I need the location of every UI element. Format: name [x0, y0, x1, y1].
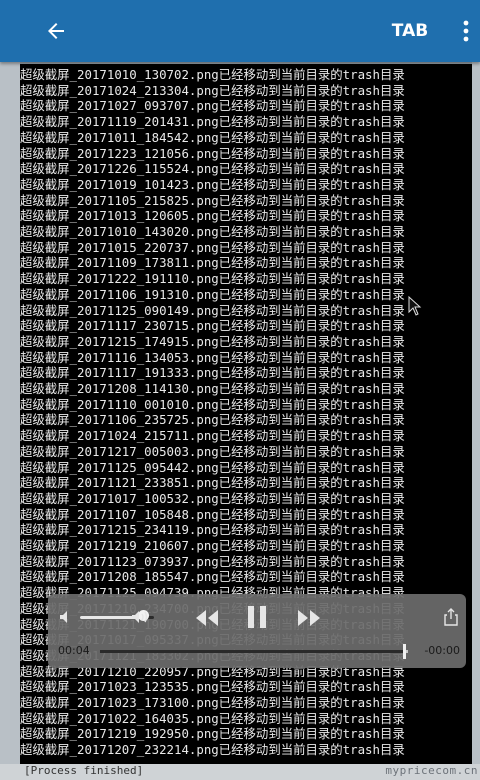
terminal-line: 超级截屏_20171215_234119.png已经移动到当前目录的trash目…	[20, 522, 405, 538]
terminal-line: 超级截屏_20171027_093707.png已经移动到当前目录的trash目…	[20, 98, 405, 114]
terminal-prompt: [Process finished]	[24, 764, 144, 777]
terminal-line: 超级截屏_20171109_173811.png已经移动到当前目录的trash目…	[20, 255, 405, 271]
terminal-line: 超级截屏_20171011_184542.png已经移动到当前目录的trash目…	[20, 129, 405, 145]
terminal-line: 超级截屏_20171105_215825.png已经移动到当前目录的trash目…	[20, 192, 405, 208]
pause-icon[interactable]	[246, 604, 268, 630]
left-margin	[0, 62, 20, 780]
terminal-line: 超级截屏_20171117_191333.png已经移动到当前目录的trash目…	[20, 365, 405, 381]
watermark: mypricecom.cn	[385, 764, 478, 777]
terminal-line: 超级截屏_20171226_115524.png已经移动到当前目录的trash目…	[20, 161, 405, 177]
share-icon[interactable]	[444, 608, 458, 626]
terminal-line: 超级截屏_20171215_174915.png已经移动到当前目录的trash目…	[20, 333, 405, 349]
progress-fill	[100, 650, 405, 653]
terminal-line: 超级截屏_20171208_185547.png已经移动到当前目录的trash目…	[20, 569, 405, 585]
terminal-line: 超级截屏_20171125_090149.png已经移动到当前目录的trash目…	[20, 302, 405, 318]
terminal-line: 超级截屏_20171015_220737.png已经移动到当前目录的trash目…	[20, 239, 405, 255]
terminal-line: 超级截屏_20171208_114130.png已经移动到当前目录的trash目…	[20, 381, 405, 396]
terminal-line: 超级截屏_20171106_191310.png已经移动到当前目录的trash目…	[20, 286, 405, 302]
terminal-line: 超级截屏_20171123_073937.png已经移动到当前目录的trash目…	[20, 553, 405, 569]
terminal-line: 超级截屏_20171110_001010.png已经移动到当前目录的trash目…	[20, 396, 405, 412]
terminal-line: 超级截屏_20171219_210607.png已经移动到当前目录的trash目…	[20, 538, 405, 553]
terminal-line: 超级截屏_20171125_095442.png已经移动到当前目录的trash目…	[20, 459, 405, 475]
terminal-line: 超级截屏_20171219_192950.png已经移动到当前目录的trash目…	[20, 726, 405, 742]
terminal-line: 超级截屏_20171017_100532.png已经移动到当前目录的trash目…	[20, 490, 405, 506]
terminal-line: 超级截屏_20171019_101423.png已经移动到当前目录的trash目…	[20, 176, 405, 192]
volume-high-icon[interactable]	[130, 608, 152, 626]
progress-scrubber[interactable]	[402, 644, 406, 659]
terminal-line: 超级截屏_20171013_120605.png已经移动到当前目录的trash目…	[20, 208, 405, 224]
terminal-line: 超级截屏_20171010_143020.png已经移动到当前目录的trash目…	[20, 224, 405, 239]
terminal-line: 超级截屏_20171024_213304.png已经移动到当前目录的trash目…	[20, 82, 405, 98]
back-button[interactable]	[36, 11, 76, 51]
media-player-controls: 00:04 -00:00	[48, 594, 466, 668]
terminal-line: 超级截屏_20171121_233851.png已经移动到当前目录的trash目…	[20, 475, 405, 491]
fast-forward-icon[interactable]	[296, 608, 322, 628]
terminal-line: 超级截屏_20171217_005003.png已经移动到当前目录的trash目…	[20, 443, 405, 459]
elapsed-time: 00:04	[58, 644, 90, 657]
terminal-line: 超级截屏_20171107_105848.png已经移动到当前目录的trash目…	[20, 506, 405, 522]
back-arrow-icon	[48, 23, 64, 39]
overflow-menu-button[interactable]	[452, 12, 480, 50]
terminal-line: 超级截屏_20171222_191110.png已经移动到当前目录的trash目…	[20, 271, 405, 287]
terminal-line: 超级截屏_20171207_232214.png已经移动到当前目录的trash目…	[20, 742, 405, 758]
terminal-line: 超级截屏_20171106_235725.png已经移动到当前目录的trash目…	[20, 412, 405, 428]
terminal-line: 超级截屏_20171116_134053.png已经移动到当前目录的trash目…	[20, 349, 405, 365]
terminal-line: 超级截屏_20171117_230715.png已经移动到当前目录的trash目…	[20, 318, 405, 334]
terminal-line: 超级截屏_20171223_121056.png已经移动到当前目录的trash目…	[20, 145, 405, 161]
right-margin	[472, 62, 480, 780]
volume-low-icon[interactable]	[58, 608, 76, 626]
terminal-line: 超级截屏_20171023_173100.png已经移动到当前目录的trash目…	[20, 695, 405, 710]
rewind-icon[interactable]	[194, 608, 220, 628]
terminal-line: 超级截屏_20171022_164035.png已经移动到当前目录的trash目…	[20, 710, 405, 726]
terminal-line: 超级截屏_20171024_215711.png已经移动到当前目录的trash目…	[20, 428, 405, 444]
tab-button[interactable]: TAB	[380, 14, 440, 48]
mouse-cursor-icon	[408, 296, 422, 316]
terminal-line: 超级截屏_20171119_201431.png已经移动到当前目录的trash目…	[20, 114, 405, 130]
more-vertical-icon	[463, 20, 469, 42]
terminal-line: 超级截屏_20171010_130702.png已经移动到当前目录的trash目…	[20, 67, 405, 82]
terminal-line: 超级截屏_20171023_123535.png已经移动到当前目录的trash目…	[20, 679, 405, 695]
remaining-time: -00:00	[424, 644, 460, 657]
progress-bar[interactable]	[100, 644, 408, 659]
app-bar: TAB	[0, 0, 480, 62]
